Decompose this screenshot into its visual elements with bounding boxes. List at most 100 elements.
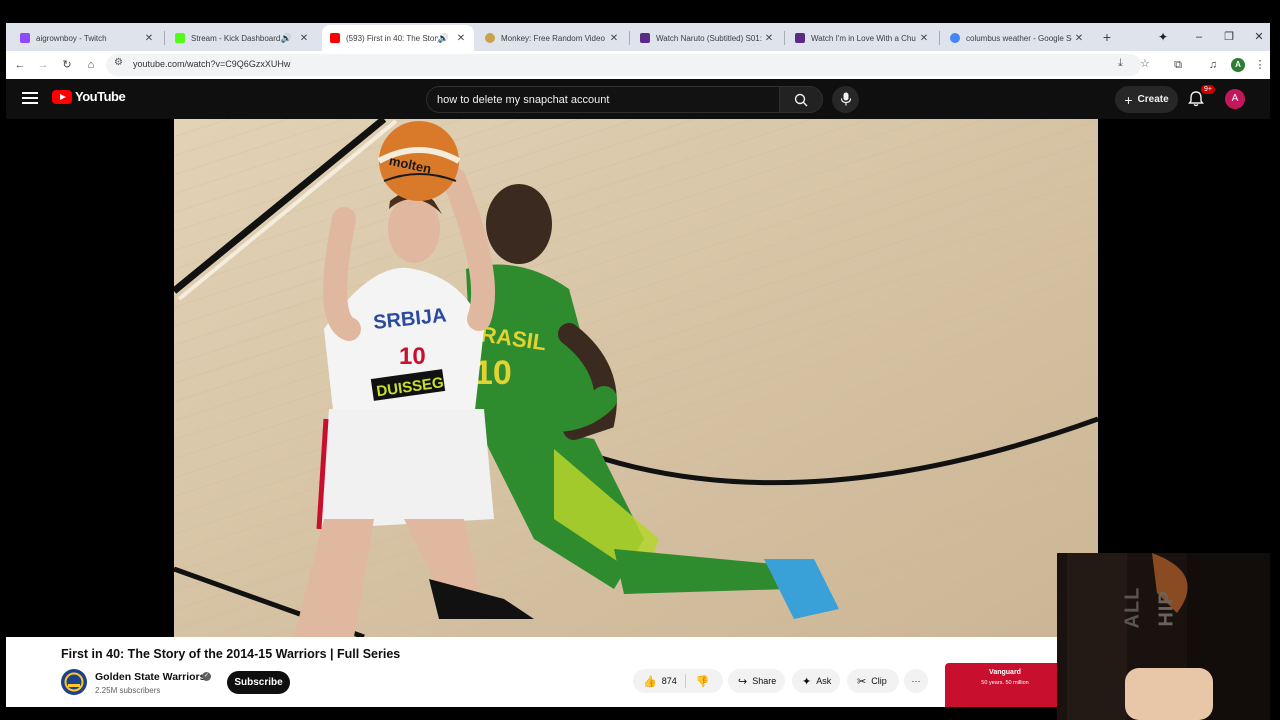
tab-strip: aigrownboy - Twitch ✕ Stream - Kick Dash…	[6, 23, 1270, 51]
video-title: First in 40: The Story of the 2014-15 Wa…	[61, 647, 401, 661]
account-avatar[interactable]: A	[1225, 89, 1245, 109]
jersey-number-left: 10	[399, 343, 426, 370]
microphone-icon	[840, 92, 852, 106]
site-info-icon[interactable]: ⚙	[114, 57, 123, 68]
tab-monkey[interactable]: Monkey: Free Random Video C ✕	[477, 25, 627, 51]
tab-youtube-active[interactable]: (593) First in 40: The Story 🔊 ✕	[322, 25, 474, 51]
tab-divider	[939, 31, 940, 45]
screen: aigrownboy - Twitch ✕ Stream - Kick Dash…	[0, 0, 1280, 720]
gemini-sparkle-icon[interactable]: ✦	[1154, 27, 1172, 47]
youtube-masthead: YouTube how to delete my snapchat accoun…	[6, 79, 1270, 119]
close-icon[interactable]: ✕	[142, 33, 156, 44]
scissors-icon: ✂	[857, 675, 867, 688]
webcam-background-text: HIP	[1155, 590, 1178, 627]
tab-kick[interactable]: Stream - Kick Dashboard 🔊 ✕	[167, 25, 317, 51]
basketball: molten	[377, 121, 461, 201]
new-tab-button[interactable]: +	[1098, 27, 1116, 47]
google-icon	[950, 33, 960, 43]
media-controls-icon[interactable]: ♫	[1203, 55, 1223, 75]
video-still-basketball: BRASIL 10 SRBIJA 10 DUISSEG molten	[174, 119, 1098, 637]
more-actions-button[interactable]: ···	[904, 669, 928, 693]
close-icon[interactable]: ✕	[607, 33, 621, 44]
tab-love-chu[interactable]: Watch I'm in Love With a Chu ✕	[787, 25, 937, 51]
ad-subtitle: 50 years. 50 million	[981, 680, 1029, 686]
search-icon	[794, 93, 808, 107]
share-button[interactable]: ↪ Share	[728, 669, 785, 693]
forward-arrow-icon[interactable]: →	[33, 55, 53, 75]
kebab-menu-icon[interactable]: ⋮	[1250, 55, 1270, 75]
clip-button[interactable]: ✂ Clip	[847, 669, 899, 693]
like-dislike-group: 👍 874 👎	[633, 669, 723, 693]
close-icon[interactable]: ✕	[762, 33, 776, 44]
tab-title: columbus weather - Google Se	[966, 33, 1072, 43]
ad-title: Vanguard	[989, 669, 1021, 676]
monkey-icon	[485, 33, 495, 43]
ask-button[interactable]: ✦ Ask	[792, 669, 840, 693]
more-dots-icon: ···	[911, 676, 921, 686]
tab-naruto[interactable]: Watch Naruto (Subtitled) S01:E ✕	[632, 25, 782, 51]
webcam-background-text: ALL	[1121, 586, 1144, 629]
tab-title: Stream - Kick Dashboard	[191, 33, 281, 43]
thumbs-down-icon[interactable]: 👎	[696, 675, 710, 688]
restore-button[interactable]: ❐	[1214, 27, 1244, 47]
home-icon[interactable]: ⌂	[81, 55, 101, 75]
create-label: Create	[1137, 94, 1169, 105]
webcam-overlay: ALL HIP	[1057, 553, 1270, 720]
thumbs-up-icon[interactable]: 👍	[643, 675, 657, 688]
speaker-icon[interactable]: 🔊	[438, 33, 449, 44]
search-input[interactable]: how to delete my snapchat account	[426, 86, 780, 113]
install-app-icon[interactable]: ⤓	[1118, 57, 1123, 70]
kick-icon	[175, 33, 185, 43]
subscriber-count: 2.25M subscribers	[95, 686, 161, 695]
address-bar[interactable]: ⚙ youtube.com/watch?v=C9Q6GzxXUHw ⤓ ☆	[106, 54, 1150, 76]
like-count[interactable]: 874	[662, 676, 677, 686]
subscribe-button[interactable]: Subscribe	[227, 671, 290, 694]
youtube-logo[interactable]: YouTube	[52, 89, 126, 104]
tab-google-weather[interactable]: columbus weather - Google Se ✕	[942, 25, 1092, 51]
url-text[interactable]: youtube.com/watch?v=C9Q6GzxXUHw	[133, 59, 290, 69]
minimize-button[interactable]: –	[1184, 27, 1214, 47]
tab-title: Watch I'm in Love With a Chu	[811, 33, 916, 43]
create-button[interactable]: + Create	[1115, 86, 1178, 113]
close-icon[interactable]: ✕	[1072, 33, 1086, 44]
ad-banner[interactable]: Vanguard 50 years. 50 million	[945, 663, 1065, 707]
voice-search-button[interactable]	[832, 86, 859, 113]
crunchyroll-icon	[640, 33, 650, 43]
youtube-icon	[330, 33, 340, 43]
browser-toolbar: ← → ↻ ⌂ ⚙ youtube.com/watch?v=C9Q6GzxXUH…	[6, 51, 1270, 79]
tab-divider	[629, 31, 630, 45]
channel-avatar[interactable]	[61, 669, 87, 695]
tab-title: Monkey: Free Random Video C	[501, 33, 607, 43]
share-label: Share	[752, 676, 777, 686]
close-icon[interactable]: ✕	[297, 33, 311, 44]
video-frame[interactable]: BRASIL 10 SRBIJA 10 DUISSEG molten	[174, 119, 1098, 637]
plus-icon: +	[1124, 91, 1133, 108]
webcam-scene	[1057, 553, 1270, 720]
browser-profile-avatar[interactable]: A	[1231, 58, 1245, 72]
tab-divider	[784, 31, 785, 45]
tab-divider	[164, 31, 165, 45]
youtube-wordmark: YouTube	[75, 89, 126, 104]
notification-count-badge: 9+	[1201, 85, 1215, 94]
side-panel-icon[interactable]: ⧉	[1168, 55, 1188, 75]
reload-icon[interactable]: ↻	[57, 55, 77, 75]
bookmark-star-icon[interactable]: ☆	[1140, 57, 1150, 70]
twitch-icon	[20, 33, 30, 43]
close-icon[interactable]: ✕	[917, 33, 931, 44]
clip-label: Clip	[871, 676, 887, 686]
close-window-button[interactable]: ✕	[1244, 27, 1270, 47]
tab-twitch[interactable]: aigrownboy - Twitch ✕	[12, 25, 162, 51]
youtube-play-icon	[52, 89, 72, 104]
like-divider	[685, 674, 686, 688]
tab-title: aigrownboy - Twitch	[36, 33, 107, 43]
speaker-icon[interactable]: 🔊	[281, 33, 292, 44]
close-icon[interactable]: ✕	[454, 33, 468, 44]
back-arrow-icon[interactable]: ←	[10, 55, 30, 75]
search-button[interactable]	[779, 86, 823, 113]
share-arrow-icon: ↪	[738, 675, 748, 688]
tab-title: (593) First in 40: The Story	[346, 33, 438, 43]
warriors-logo-icon	[62, 670, 86, 694]
hamburger-menu-icon[interactable]	[22, 90, 38, 106]
search-query: how to delete my snapchat account	[437, 94, 610, 106]
channel-name[interactable]: Golden State Warriors	[95, 671, 205, 683]
